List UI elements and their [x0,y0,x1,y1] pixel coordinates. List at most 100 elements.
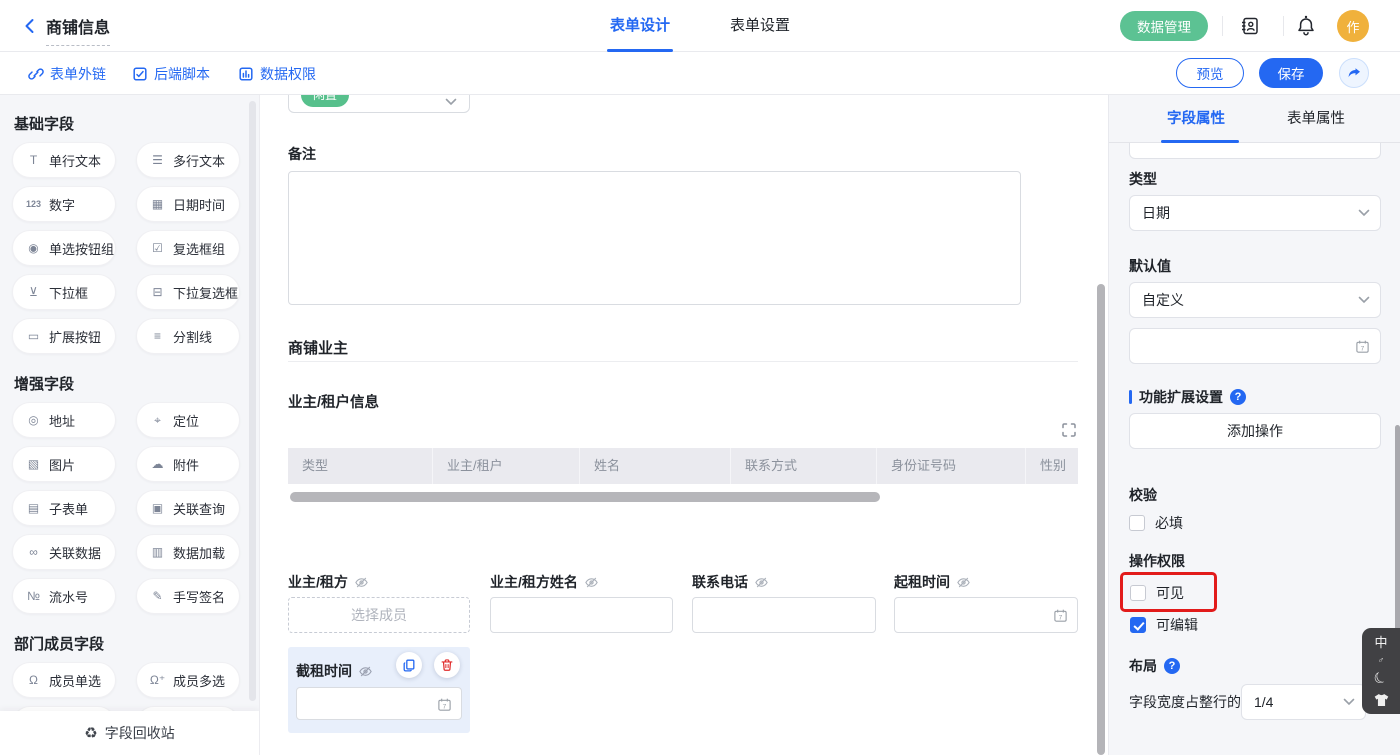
sidebar-item-data-load[interactable]: ▥数据加载 [136,534,240,570]
sidebar-item-number[interactable]: 123数字 [12,186,116,222]
notifications-button[interactable] [1293,13,1319,39]
tab-form-design[interactable]: 表单设计 [610,0,670,52]
help-icon[interactable]: ? [1164,658,1180,674]
sidebar-scrollbar[interactable] [249,101,256,701]
status-select[interactable]: 闲置 [288,95,470,113]
owner-name-field-label: 业主/租方姓名 [490,572,599,592]
radio-group-icon: ◉ [25,241,42,255]
lease-end-date-input[interactable]: 7 [296,687,462,720]
field-recycle-bin[interactable]: ♻ 字段回收站 [0,711,259,755]
attachment-icon: ☁ [149,457,166,471]
permission-icon [238,66,254,82]
sidebar-item-extend-button[interactable]: ▭扩展按钮 [12,318,116,354]
sidebar-item-member-single[interactable]: Ω成员单选 [12,662,116,698]
avatar[interactable]: 作 [1337,10,1369,42]
member-single-icon: Ω [25,673,42,687]
field-width-label: 字段宽度占整行的 [1129,684,1241,720]
help-icon[interactable]: ? [1230,389,1246,405]
recycle-icon: ♻ [84,724,97,742]
save-button[interactable]: 保存 [1259,58,1323,88]
sidebar-item-linked-query[interactable]: ▣关联查询 [136,490,240,526]
visible-label: 可见 [1156,583,1184,603]
sidebar-item-locate[interactable]: ⌖定位 [136,402,240,438]
dark-mode-moon-icon[interactable]: ☾ [1372,669,1391,689]
remark-textarea[interactable] [288,171,1021,305]
sidebar-item-radio-group[interactable]: ◉单选按钮组 [12,230,116,266]
sidebar-item-linked-data[interactable]: ∞关联数据 [12,534,116,570]
sidebar-item-serial-number[interactable]: №流水号 [12,578,116,614]
column-header: 联系方式 [731,448,877,484]
properties-panel: 字段属性 表单属性 类型 日期 默认值 自定义 7 功能扩展设置 ? 添加操作 … [1108,95,1400,755]
accent-bar [1129,390,1132,404]
editable-checkbox[interactable] [1130,617,1146,633]
sidebar-item-image[interactable]: ▧图片 [12,446,116,482]
backend-script-link[interactable]: 后端脚本 [132,52,210,95]
sidebar-item-dropdown[interactable]: ⊻下拉框 [12,274,116,310]
lease-end-field-selected[interactable]: 截租时间 7 [288,647,470,733]
app-header: 商铺信息 表单设计 表单设置 数据管理 作 [0,0,1400,52]
data-permission-link[interactable]: 数据权限 [238,52,316,95]
recycle-label: 字段回收站 [105,723,175,743]
status-tag: 闲置 [301,95,349,107]
owner-name-input[interactable] [490,597,673,633]
sidebar-item-address[interactable]: ◎地址 [12,402,116,438]
sidebar-item-signature[interactable]: ✎手写签名 [136,578,240,614]
tab-form-settings[interactable]: 表单设置 [730,0,790,52]
svg-text:7: 7 [1361,345,1365,352]
sidebar-item-member-multi[interactable]: Ω⁺成员多选 [136,662,240,698]
copy-field-button[interactable] [396,652,422,678]
back-button[interactable] [18,14,42,38]
section-basic-fields: 基础字段 [14,113,74,134]
tab-form-properties[interactable]: 表单属性 [1287,95,1345,143]
sidebar-item-checkbox-group[interactable]: ☑复选框组 [136,230,240,266]
visible-checkbox-row[interactable]: 可见 [1130,583,1184,603]
form-designer-app: 商铺信息 表单设计 表单设置 数据管理 作 [0,0,1400,755]
back-chevron-icon [21,17,39,35]
calendar-icon: 7 [1355,339,1370,354]
editable-checkbox-row[interactable]: 可编辑 [1130,615,1198,635]
sidebar-item-single-line-text[interactable]: T单行文本 [12,142,116,178]
eye-off-icon [584,575,599,590]
preview-button[interactable]: 预览 [1176,58,1244,88]
contacts-button[interactable] [1237,13,1263,39]
owner-member-picker[interactable]: 选择成员 [288,597,470,633]
field-name-input-partial[interactable] [1129,143,1381,159]
column-header: 类型 [288,448,433,484]
form-external-link[interactable]: 表单外链 [28,52,106,95]
sidebar-item-multi-dropdown[interactable]: ⊟下拉复选框 [136,274,240,310]
sidebar-item-subform[interactable]: ▤子表单 [12,490,116,526]
language-toggle[interactable]: 中 [1374,636,1387,649]
script-icon [132,66,148,82]
field-library-sidebar: 基础字段 T单行文本 ☰多行文本 123数字 ▦日期时间 ◉单选按钮组 ☑复选框… [0,95,260,755]
backend-script-label: 后端脚本 [154,64,210,84]
phone-input[interactable] [692,597,876,633]
field-width-select[interactable]: 1/4 [1241,684,1366,720]
gender-mini-icon: ♂ [1378,656,1385,665]
section-divider [288,361,1078,362]
required-checkbox-row[interactable]: 必填 [1129,513,1183,533]
required-checkbox[interactable] [1129,515,1145,531]
shop-owner-section-title: 商铺业主 [288,337,348,358]
sidebar-item-datetime[interactable]: ▦日期时间 [136,186,240,222]
lease-start-date-input[interactable]: 7 [894,597,1078,633]
type-select[interactable]: 日期 [1129,195,1381,231]
visible-checkbox[interactable] [1130,585,1146,601]
checkbox-group-icon: ☑ [149,241,166,255]
sidebar-item-divider-field[interactable]: ≡分割线 [136,318,240,354]
theme-shirt-icon[interactable] [1373,693,1390,707]
data-manage-button[interactable]: 数据管理 [1120,11,1208,41]
svg-text:7: 7 [1059,614,1063,621]
default-value-select[interactable]: 自定义 [1129,282,1381,318]
subform-horizontal-scrollbar[interactable] [290,492,880,502]
default-date-input[interactable]: 7 [1129,328,1381,364]
canvas-vertical-scrollbar[interactable] [1097,284,1105,755]
delete-field-button[interactable] [434,652,460,678]
subform-expand-button[interactable] [1060,421,1078,439]
translate-extension-widget[interactable]: 中 ♂ ☾ [1362,628,1400,714]
tab-field-properties[interactable]: 字段属性 [1167,95,1225,143]
add-action-button[interactable]: 添加操作 [1129,413,1381,449]
sidebar-item-attachment[interactable]: ☁附件 [136,446,240,482]
sidebar-item-multi-line-text[interactable]: ☰多行文本 [136,142,240,178]
share-button[interactable] [1339,58,1369,88]
datetime-icon: ▦ [149,197,166,211]
